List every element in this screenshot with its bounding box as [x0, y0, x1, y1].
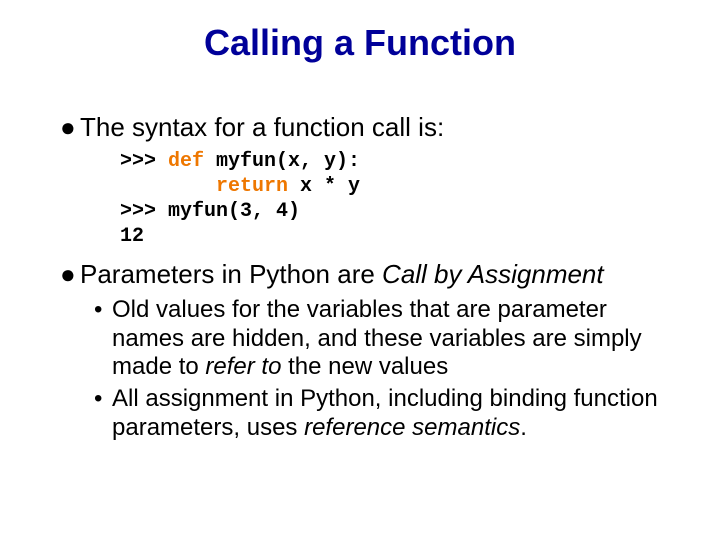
sub-assignment-em: reference semantics: [304, 414, 520, 441]
sub-bullet-old-values: •Old values for the variables that are p…: [94, 296, 680, 381]
slide-title: Calling a Function: [0, 22, 720, 64]
bullet-syntax-text: The syntax for a function call is:: [80, 112, 444, 142]
sub-bullet-icon: •: [94, 385, 112, 413]
code-call: >>> myfun(3, 4): [120, 200, 300, 223]
bullet-parameters-em: Call by Assignment: [382, 259, 604, 289]
bullet-syntax: ●The syntax for a function call is:: [60, 112, 680, 143]
sub-bullet-assignment: •All assignment in Python, including bin…: [94, 385, 680, 442]
bullet-parameters-text: Parameters in Python are: [80, 259, 382, 289]
code-keyword-def: def: [168, 150, 204, 173]
code-indent: [120, 175, 216, 198]
code-keyword-return: return: [216, 175, 288, 198]
slide-body: ●The syntax for a function call is: >>> …: [60, 112, 680, 444]
bullet-icon: ●: [60, 112, 80, 143]
sub-assignment-b: .: [520, 414, 527, 441]
code-block: >>> def myfun(x, y): return x * y >>> my…: [120, 149, 680, 249]
code-prompt-1: >>>: [120, 150, 168, 173]
bullet-icon: ●: [60, 259, 80, 290]
sub-old-values-b: the new values: [281, 353, 448, 380]
sub-bullet-icon: •: [94, 296, 112, 324]
code-expr: x * y: [288, 175, 360, 198]
slide: Calling a Function ●The syntax for a fun…: [0, 0, 720, 540]
bullet-parameters: ●Parameters in Python are Call by Assign…: [60, 259, 680, 290]
code-signature: myfun(x, y):: [204, 150, 360, 173]
code-output: 12: [120, 225, 144, 248]
sub-old-values-em: refer to: [205, 353, 281, 380]
